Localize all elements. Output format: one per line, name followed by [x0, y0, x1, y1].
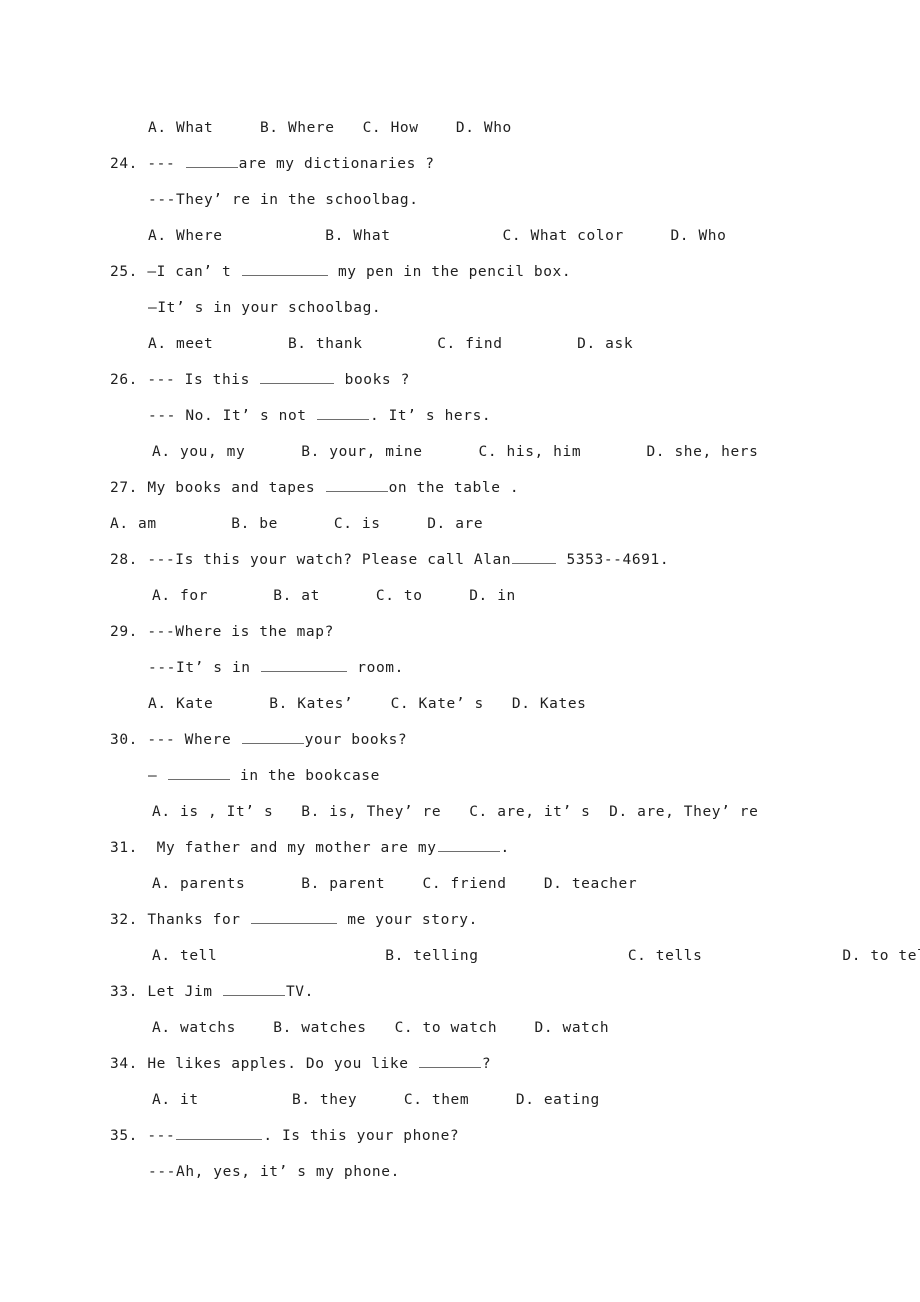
question-28-stem-text-b: 5353--4691. [557, 552, 670, 568]
question-26-reply-blank [316, 405, 369, 420]
question-26-reply-text-b: . It’ s hers. [369, 408, 492, 424]
question-28-stem: 28. ---Is this your watch? Please call A… [0, 542, 920, 578]
question-29-options: A. Kate B. Kates’ C. Kate’ s D. Kates [148, 696, 587, 712]
question-31-blank [437, 837, 500, 852]
question-33-blank [222, 981, 285, 996]
question-29-reply-text-a: ---It’ s in [148, 660, 260, 676]
question-30-reply-text-b: in the bookcase [230, 768, 380, 784]
question-25-reply: —It’ s in your schoolbag. [148, 300, 382, 316]
question-26-blank [260, 369, 335, 384]
question-34-stem-text-a: 34. He likes apples. Do you like [110, 1056, 418, 1072]
question-32-stem: 32. Thanks for me your story. [0, 902, 920, 938]
question-26-options: A. you, my B. your, mine C. his, him D. … [152, 444, 759, 460]
question-27-stem-text-b: on the table . [388, 480, 520, 496]
question-26-stem: 26. --- Is this books ? [0, 362, 920, 398]
question-26-reply: --- No. It’ s not . It’ s hers. [0, 398, 920, 434]
question-35-reply: ---Ah, yes, it’ s my phone. [148, 1164, 400, 1180]
question-25-blank [241, 261, 328, 276]
question-32-stem-text-a: 32. Thanks for [110, 912, 250, 928]
question-32-stem-text-b: me your story. [337, 912, 478, 928]
question-35-blank [176, 1125, 263, 1140]
question-29-reply: ---It’ s in room. [0, 650, 920, 686]
question-24-options: A. Where B. What C. What color D. Who [148, 228, 727, 244]
question-28-blank [512, 549, 557, 564]
question-24-stem: 24. --- are my dictionaries ? [0, 146, 920, 182]
question-31-stem: 31. My father and my mother are my. [0, 830, 920, 866]
question-27-stem: 27. My books and tapes on the table . [0, 470, 920, 506]
exam-question-list: A. What B. Where C. How D. Who 24. --- a… [0, 110, 920, 1190]
question-30-stem-text-a: 30. --- Where [110, 732, 241, 748]
question-34-stem: 34. He likes apples. Do you like ? [0, 1046, 920, 1082]
question-25-stem-text-b: my pen in the pencil box. [328, 264, 572, 280]
question-34-options: A. it B. they C. them D. eating [152, 1092, 600, 1108]
question-29-blank [260, 657, 347, 672]
question-33-stem-text-b: TV. [285, 984, 314, 1000]
question-26-stem-text-a: 26. --- Is this [110, 372, 260, 388]
question-30-blank [241, 729, 304, 744]
question-24-reply: ---They’ re in the schoolbag. [148, 192, 419, 208]
question-24-blank [185, 153, 238, 168]
question-33-options: A. watchs B. watches C. to watch D. watc… [152, 1020, 610, 1036]
question-32-blank [250, 909, 337, 924]
question-30-reply-text-a: — [148, 768, 167, 784]
question-28-options: A. for B. at C. to D. in [152, 588, 516, 604]
question-26-reply-text-a: --- No. It’ s not [148, 408, 316, 424]
question-30-reply-blank [167, 765, 230, 780]
question-30-reply: — in the bookcase [0, 758, 920, 794]
question-30-stem: 30. --- Where your books? [0, 722, 920, 758]
question-31-stem-text-b: . [500, 840, 510, 856]
question-25-options: A. meet B. thank C. find D. ask [148, 336, 634, 352]
question-35-stem-text-b: . Is this your phone? [263, 1128, 460, 1144]
question-25-stem-text-a: 25. —I can’ t [110, 264, 241, 280]
question-31-stem-text-a: 31. My father and my mother are my [110, 840, 437, 856]
question-34-blank [418, 1053, 481, 1068]
question-27-options: A. am B. be C. is D. are [110, 516, 484, 532]
question-35-stem: 35. --- . Is this your phone? [0, 1118, 920, 1154]
question-23-options: A. What B. Where C. How D. Who [148, 120, 512, 136]
question-33-stem: 33. Let Jim TV. [0, 974, 920, 1010]
question-33-stem-text-a: 33. Let Jim [110, 984, 222, 1000]
question-32-options: A. tell B. telling C. tells D. to tell [152, 948, 920, 964]
question-34-stem-text-b: ? [481, 1056, 492, 1072]
question-27-blank [325, 477, 388, 492]
question-31-options: A. parents B. parent C. friend D. teache… [152, 876, 638, 892]
document-page: A. What B. Where C. How D. Who 24. --- a… [0, 0, 920, 1302]
question-28-stem-text-a: 28. ---Is this your watch? Please call A… [110, 552, 512, 568]
question-35-stem-text-a: 35. --- [110, 1128, 176, 1144]
question-24-stem-text-a: 24. --- [110, 156, 185, 172]
question-30-options: A. is , It’ s B. is, They’ re C. are, it… [152, 804, 759, 820]
question-29-stem: 29. ---Where is the map? [110, 624, 334, 640]
question-30-stem-text-b: your books? [304, 732, 408, 748]
question-26-stem-text-b: books ? [335, 372, 410, 388]
question-27-stem-text-a: 27. My books and tapes [110, 480, 325, 496]
question-25-stem: 25. —I can’ t my pen in the pencil box. [0, 254, 920, 290]
question-24-stem-text-b: are my dictionaries ? [238, 156, 435, 172]
question-29-reply-text-b: room. [347, 660, 404, 676]
